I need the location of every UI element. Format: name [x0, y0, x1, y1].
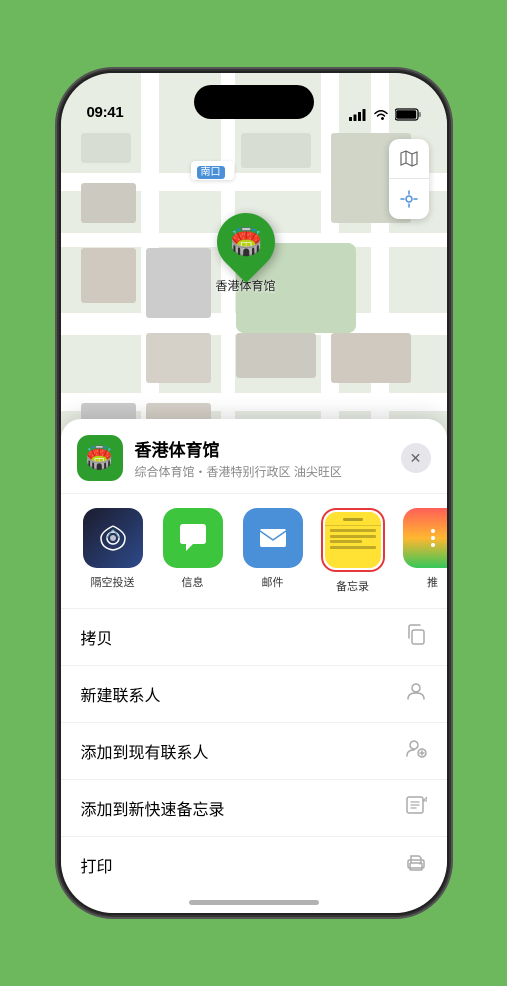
phone-screen: 09:41	[61, 73, 447, 913]
print-label: 打印	[81, 853, 113, 877]
wifi-icon	[373, 109, 389, 121]
airdrop-icon	[83, 508, 143, 568]
share-mail[interactable]: 邮件	[237, 508, 309, 594]
dynamic-island	[194, 85, 314, 119]
share-messages[interactable]: 信息	[157, 508, 229, 594]
share-airdrop[interactable]: 隔空投送	[77, 508, 149, 594]
add-existing-icon	[405, 737, 427, 765]
messages-icon	[163, 508, 223, 568]
new-contact-icon	[405, 680, 427, 708]
sheet-header: 🏟️ 香港体育馆 综合体育馆・香港特别行政区 油尖旺区 ✕	[61, 419, 447, 494]
more-dots	[431, 529, 435, 547]
location-button[interactable]	[389, 179, 429, 219]
action-copy[interactable]: 拷贝	[61, 609, 447, 666]
home-indicator	[189, 900, 319, 905]
more-icon	[403, 508, 447, 568]
share-notes[interactable]: 备忘录	[317, 508, 389, 594]
more-label: 推	[427, 574, 438, 590]
quick-note-icon	[405, 794, 427, 822]
notes-icon	[325, 512, 381, 568]
battery-icon	[395, 108, 421, 121]
new-contact-label: 新建联系人	[81, 682, 161, 706]
share-more[interactable]: 推	[397, 508, 447, 594]
mail-icon	[243, 508, 303, 568]
map-controls	[389, 139, 429, 219]
print-icon	[405, 851, 427, 879]
stadium-pin[interactable]: 🏟️ 香港体育馆	[216, 213, 276, 294]
location-label-prefix: 南口	[197, 166, 225, 179]
notes-label: 备忘录	[336, 578, 369, 594]
status-time: 09:41	[87, 104, 124, 121]
venue-icon: 🏟️	[77, 435, 123, 481]
venue-subtitle: 综合体育馆・香港特别行政区 油尖旺区	[135, 463, 401, 480]
status-icons	[349, 108, 421, 121]
share-row: 隔空投送 信息	[61, 494, 447, 609]
phone-frame: 09:41	[59, 71, 449, 915]
action-new-contact[interactable]: 新建联系人	[61, 666, 447, 723]
location-label: 南口	[191, 161, 234, 180]
airdrop-label: 隔空投送	[91, 574, 135, 590]
action-add-existing-contact[interactable]: 添加到现有联系人	[61, 723, 447, 780]
venue-name: 香港体育馆	[135, 436, 401, 461]
mail-label: 邮件	[262, 574, 284, 590]
close-button[interactable]: ✕	[401, 443, 431, 473]
map-type-button[interactable]	[389, 139, 429, 179]
quick-note-label: 添加到新快速备忘录	[81, 796, 225, 820]
messages-label: 信息	[182, 574, 204, 590]
action-list: 拷贝 新建联系人	[61, 609, 447, 893]
venue-info: 香港体育馆 综合体育馆・香港特别行政区 油尖旺区	[135, 436, 401, 480]
notes-highlight	[321, 508, 385, 572]
pin-circle: 🏟️	[204, 201, 286, 283]
bottom-sheet: 🏟️ 香港体育馆 综合体育馆・香港特别行政区 油尖旺区 ✕	[61, 419, 447, 913]
add-existing-label: 添加到现有联系人	[81, 739, 209, 763]
stadium-icon: 🏟️	[229, 227, 261, 258]
copy-icon	[405, 623, 427, 651]
copy-label: 拷贝	[81, 625, 113, 649]
action-add-quick-note[interactable]: 添加到新快速备忘录	[61, 780, 447, 837]
action-print[interactable]: 打印	[61, 837, 447, 893]
signal-icon	[349, 109, 367, 121]
